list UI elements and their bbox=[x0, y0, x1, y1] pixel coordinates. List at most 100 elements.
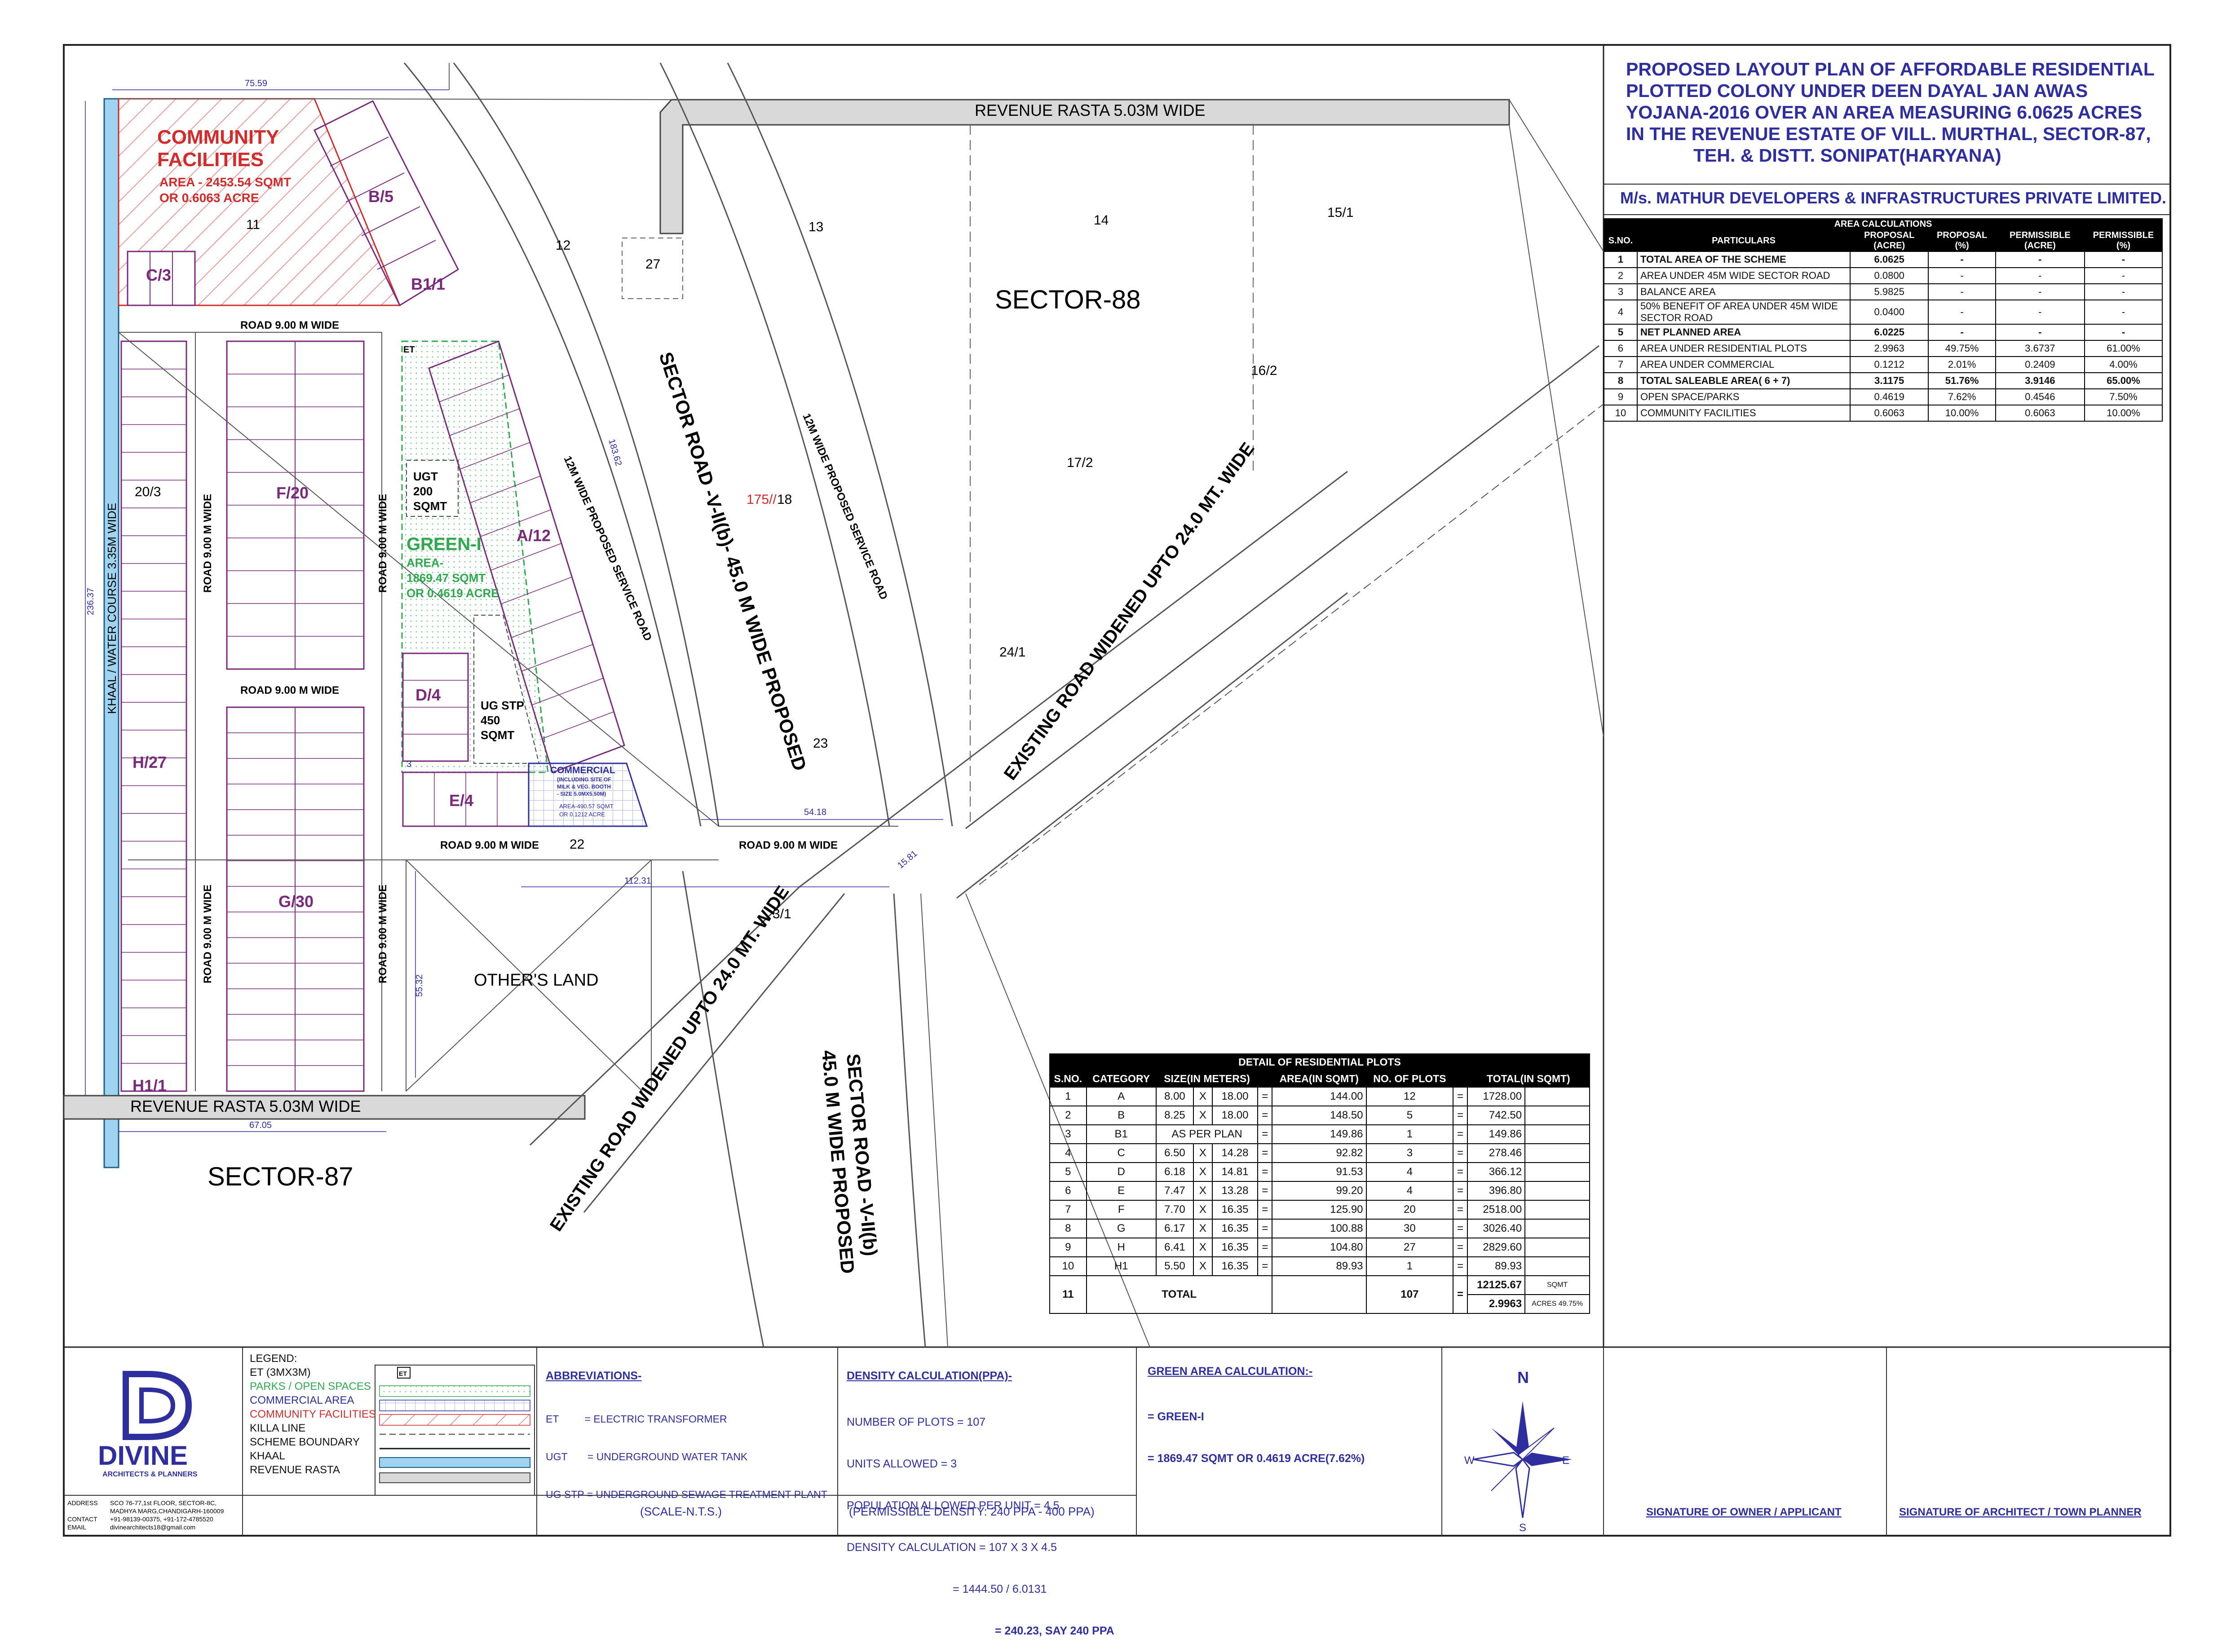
res-cell: = bbox=[1257, 1238, 1272, 1257]
res-row: 1 A 8.00 X 18.00 = 144.00 12 = 1728.00 bbox=[1049, 1087, 1590, 1106]
area-row: 10 COMMUNITY FACILITIES 0.6063 10.00% 0.6063… bbox=[1604, 405, 2163, 422]
res-cell: X bbox=[1193, 1106, 1213, 1125]
res-cell: = bbox=[1257, 1181, 1272, 1201]
res-cell: 2518.00 bbox=[1467, 1200, 1526, 1220]
density-result: = 240.23, SAY 240 PPA bbox=[995, 1625, 1114, 1637]
area-cell: 7 bbox=[1604, 356, 1638, 373]
res-cell: 4 bbox=[1365, 1181, 1454, 1201]
green-calc-body: = GREEN-I = 1869.47 SQMT OR 0.4619 ACRE(… bbox=[1148, 1382, 1365, 1480]
area-cell: 2.01% bbox=[1928, 356, 1996, 373]
res-cell bbox=[1524, 1087, 1590, 1106]
area-cell: 5 bbox=[1604, 324, 1638, 341]
res-cell: = bbox=[1257, 1162, 1272, 1182]
legend-swatches: ET bbox=[379, 1367, 530, 1483]
area-cell: TOTAL AREA OF THE SCHEME bbox=[1637, 251, 1851, 268]
legend-item: SCHEME BOUNDARY bbox=[250, 1436, 360, 1448]
area-cell: 1 bbox=[1604, 251, 1638, 268]
res-row: 9 H 6.41 X 16.35 = 104.80 27 = 2829.60 bbox=[1049, 1238, 1590, 1257]
res-cell: = bbox=[1453, 1219, 1468, 1238]
area-cell: 3.6737 bbox=[1995, 340, 2085, 357]
res-cell bbox=[1524, 1162, 1590, 1182]
area-cell: 10 bbox=[1604, 405, 1638, 422]
area-row: 6 AREA UNDER RESIDENTIAL PLOTS 2.9963 49.75… bbox=[1604, 340, 2163, 357]
col-sno: S.NO. bbox=[1049, 1070, 1087, 1088]
res-cell: C bbox=[1086, 1143, 1157, 1163]
area-cell: 6.0225 bbox=[1849, 324, 1929, 341]
address-1: SCO 76-77,1st FLOOR, SECTOR-8C, bbox=[110, 1499, 216, 1507]
res-cell: 27 bbox=[1365, 1238, 1454, 1257]
col-category: CATEGORY bbox=[1086, 1070, 1157, 1088]
community-area-2: OR 0.6063 ACRE bbox=[159, 191, 259, 205]
area-cell: 65.00% bbox=[2084, 372, 2163, 389]
res-cell: = bbox=[1257, 1143, 1272, 1163]
block-label-d4: D/4 bbox=[415, 686, 441, 704]
res-cell: 125.90 bbox=[1271, 1200, 1367, 1220]
svg-text:ET: ET bbox=[399, 1370, 407, 1377]
address-2: MADHYA MARG,CHANDIGARH-160009 bbox=[110, 1507, 224, 1515]
drawing-sheet: COMMUNITY FACILITIES AREA - 2453.54 SQMT… bbox=[0, 0, 2231, 1637]
legend-item: ET (3MX3M) bbox=[250, 1366, 311, 1379]
compass-n: N bbox=[1517, 1368, 1529, 1387]
killa-175: 175// bbox=[747, 492, 777, 507]
ugstp-label: UG STP bbox=[481, 699, 524, 712]
service-road-label-1: 12M WIDE PROPOSED SERVICE ROAD bbox=[561, 454, 654, 643]
area-cell: 0.0800 bbox=[1849, 267, 1929, 284]
area-cell: 6 bbox=[1604, 340, 1638, 357]
killa-11: 11 bbox=[246, 217, 260, 232]
res-row: 6 E 7.47 X 13.28 = 99.20 4 = 396.80 bbox=[1049, 1181, 1590, 1201]
area-cell: 0.6063 bbox=[1995, 405, 2085, 422]
res-cell: 3026.40 bbox=[1467, 1219, 1526, 1238]
residential-plots-table: DETAIL OF RESIDENTIAL PLOTS S.NO. CATEGO… bbox=[1049, 1053, 1590, 1314]
legend-item: REVENUE RASTA bbox=[250, 1464, 340, 1476]
density-line: UNITS ALLOWED = 3 bbox=[847, 1458, 957, 1470]
commercial-label-2: (INCLUDING SITE OF bbox=[557, 776, 611, 783]
dim-67: 67.05 bbox=[249, 1120, 272, 1130]
sector-road-label-1: SECTOR ROAD -V-II(b)- 45.0 M WIDE PROPOS… bbox=[655, 349, 811, 773]
area-cell: 7.62% bbox=[1928, 388, 1996, 405]
res-cell bbox=[1524, 1181, 1590, 1201]
address-label: ADDRESS bbox=[67, 1499, 98, 1507]
road-9m-vert-2: ROAD 9.00 M WIDE bbox=[377, 494, 389, 593]
res-cell: 89.93 bbox=[1271, 1256, 1367, 1276]
res-cell: 1 bbox=[1365, 1256, 1454, 1276]
plot-divider bbox=[531, 678, 604, 705]
res-cell: = bbox=[1257, 1106, 1272, 1125]
res-row: 5 D 6.18 X 14.81 = 91.53 4 = 366.12 bbox=[1049, 1162, 1590, 1182]
revenue-rasta-bottom-label: REVENUE RASTA 5.03M WIDE bbox=[130, 1097, 361, 1115]
res-cell: 12 bbox=[1365, 1087, 1454, 1106]
res-table-body: 1 A 8.00 X 18.00 = 144.00 12 = 1728.00 2 B 8.25 X 18.0… bbox=[1049, 1087, 1590, 1276]
res-row: 8 G 6.17 X 16.35 = 100.88 30 = 3026.40 bbox=[1049, 1219, 1590, 1238]
contact-label: CONTACT bbox=[67, 1515, 97, 1523]
abbr-item: UGT = UNDERGROUND WATER TANK bbox=[546, 1451, 748, 1463]
res-cell: 6.50 bbox=[1155, 1143, 1194, 1163]
res-cell: 13.28 bbox=[1211, 1181, 1259, 1201]
res-cell: 396.80 bbox=[1467, 1181, 1526, 1201]
res-cell: H bbox=[1086, 1238, 1157, 1257]
res-cell: D bbox=[1086, 1162, 1157, 1182]
res-cell: 3 bbox=[1365, 1143, 1454, 1163]
legend-item: PARKS / OPEN SPACES bbox=[250, 1380, 371, 1392]
res-cell: H1 bbox=[1086, 1256, 1157, 1276]
area-cell: TOTAL SALEABLE AREA( 6 + 7) bbox=[1637, 372, 1851, 389]
res-cell: 278.46 bbox=[1467, 1143, 1526, 1163]
res-cell: 1728.00 bbox=[1467, 1087, 1526, 1106]
area-cell: - bbox=[1995, 300, 2085, 325]
col-eq bbox=[1257, 1070, 1272, 1088]
res-cell: AS PER PLAN bbox=[1155, 1124, 1259, 1144]
area-cell: - bbox=[1995, 324, 2085, 341]
area-cell: NET PLANNED AREA bbox=[1637, 324, 1851, 341]
ugt-label-2: 200 bbox=[413, 485, 433, 498]
res-cell: 5.50 bbox=[1155, 1256, 1194, 1276]
res-cell: 18.00 bbox=[1211, 1087, 1259, 1106]
killa-16-2: 16/2 bbox=[1251, 363, 1277, 378]
sector-road-edge-2 bbox=[727, 62, 953, 827]
email-label: EMAIL bbox=[67, 1524, 86, 1531]
res-cell: 18.00 bbox=[1211, 1106, 1259, 1125]
res-cell bbox=[1524, 1106, 1590, 1125]
area-calculations-table: AREA CALCULATIONS S.NO. PARTICULARS PROP… bbox=[1604, 218, 2163, 422]
abbr-item: UG STP = UNDERGROUND SEWAGE TREATMENT PL… bbox=[546, 1489, 827, 1500]
community-area-1: AREA - 2453.54 SQMT bbox=[159, 175, 291, 189]
res-cell bbox=[1524, 1200, 1590, 1220]
res-cell: 16.35 bbox=[1211, 1238, 1259, 1257]
area-cell: - bbox=[2084, 267, 2163, 284]
